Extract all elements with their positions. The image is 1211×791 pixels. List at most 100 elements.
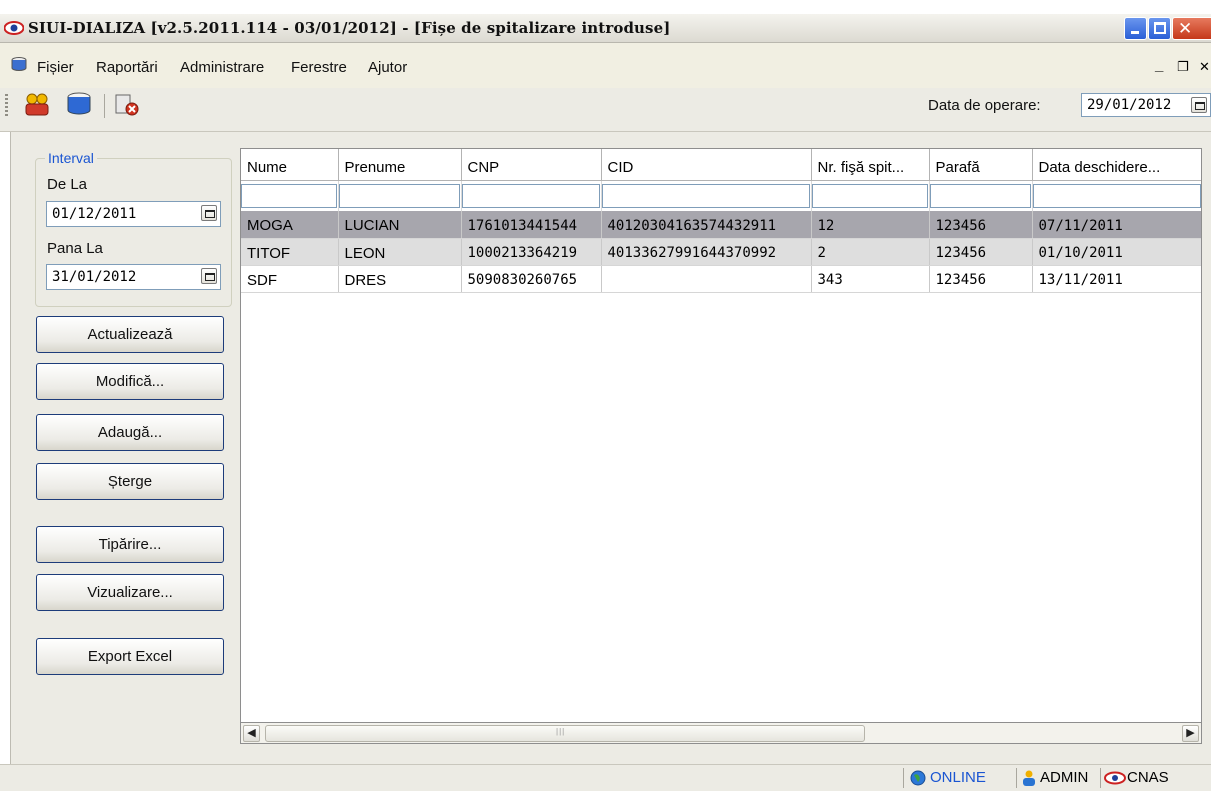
table-row[interactable]: MOGA LUCIAN 1761013441544 40120304163574… (241, 211, 1201, 239)
operation-date-field[interactable]: 29/01/2012 (1081, 93, 1211, 117)
online-status: ONLINE (930, 769, 986, 786)
calendar-icon[interactable] (201, 205, 217, 221)
close-button[interactable]: ✕ (1172, 17, 1211, 40)
database-menu-icon (11, 57, 27, 71)
horizontal-scrollbar[interactable]: ◀ ▶ (240, 722, 1202, 744)
column-header-nr-fisa[interactable]: Nr. fişă spit... (811, 149, 930, 181)
cell-nr-fisa: 343 (811, 265, 930, 293)
add-button[interactable]: Adaugă... (36, 414, 224, 451)
cell-nume: TITOF (241, 238, 339, 266)
eye-logo-icon (4, 21, 24, 35)
mdi-close-button[interactable]: ✕ (1199, 59, 1210, 75)
close-icon: ✕ (1178, 19, 1193, 38)
filter-cid-input[interactable] (601, 183, 810, 208)
cell-prenume: LUCIAN (338, 211, 462, 239)
user-icon (1023, 770, 1035, 786)
client-area: Interval De La 01/12/2011 Pana La 31/01/… (10, 132, 1211, 764)
print-button[interactable]: Tipărire... (36, 526, 224, 563)
menu-ajutor[interactable]: Ajutor (368, 59, 407, 76)
status-separator (903, 768, 904, 788)
user-status: ADMIN (1040, 769, 1089, 786)
delete-button[interactable]: Șterge (36, 463, 224, 500)
hospitalization-grid[interactable]: Nume Prenume CNP CID Nr. fişă spit... Pa… (240, 148, 1202, 723)
eye-logo-icon (1104, 771, 1126, 785)
filter-nr-fisa-input[interactable] (811, 183, 928, 208)
database-icon[interactable] (66, 92, 92, 116)
to-date-field[interactable]: 31/01/2012 (46, 264, 221, 290)
modify-button[interactable]: Modifică... (36, 363, 224, 400)
refresh-button[interactable]: Actualizează (36, 316, 224, 353)
minimize-button[interactable] (1124, 17, 1147, 40)
calendar-icon[interactable] (201, 268, 217, 284)
scroll-right-icon[interactable]: ▶ (1182, 725, 1199, 742)
maximize-button[interactable] (1148, 17, 1171, 40)
menu-fisier[interactable]: Fișier (37, 59, 74, 76)
minimize-icon (1131, 31, 1139, 34)
cell-nume: MOGA (241, 211, 339, 239)
mdi-minimize-button[interactable]: _ (1155, 57, 1163, 74)
calendar-icon[interactable] (1191, 97, 1207, 113)
title-bar: SIUI-DIALIZA [v2.5.2011.114 - 03/01/2012… (0, 14, 1211, 43)
cell-cid (601, 265, 812, 293)
interval-legend: Interval (45, 150, 97, 166)
cell-prenume: DRES (338, 265, 462, 293)
table-row[interactable]: SDF DRES 5090830260765 343 123456 13/11/… (241, 265, 1201, 293)
preview-button[interactable]: Vizualizare... (36, 574, 224, 611)
globe-icon (910, 770, 926, 786)
scroll-left-icon[interactable]: ◀ (243, 725, 260, 742)
to-date-value: 31/01/2012 (52, 269, 137, 285)
filter-nume-input[interactable] (241, 183, 337, 208)
table-row[interactable]: TITOF LEON 1000213364219 401336279916443… (241, 238, 1201, 266)
from-date-field[interactable]: 01/12/2011 (46, 201, 221, 227)
cell-nume: SDF (241, 265, 339, 293)
cell-cnp: 1761013441544 (461, 211, 602, 239)
column-header-parafa[interactable]: Parafă (929, 149, 1033, 181)
cell-nr-fisa: 2 (811, 238, 930, 266)
menu-ferestre[interactable]: Ferestre (291, 59, 347, 76)
filter-row (241, 180, 1201, 211)
patients-icon[interactable] (24, 92, 50, 116)
window-title: SIUI-DIALIZA [v2.5.2011.114 - 03/01/2012… (28, 19, 671, 37)
filter-data-input[interactable] (1032, 183, 1201, 208)
toolbar-grip[interactable] (5, 94, 8, 116)
column-header-cid[interactable]: CID (601, 149, 812, 181)
cell-parafa: 123456 (929, 265, 1033, 293)
mdi-restore-button[interactable]: ❐ (1177, 59, 1189, 75)
cnas-status: CNAS (1127, 769, 1169, 786)
scrollbar-thumb[interactable] (265, 725, 865, 742)
cell-cid: 40120304163574432911 (601, 211, 812, 239)
menu-administrare[interactable]: Administrare (180, 59, 264, 76)
status-bar: ONLINE ADMIN CNAS (0, 764, 1211, 791)
column-header-data-deschidere[interactable]: Data deschidere... (1032, 149, 1201, 181)
export-excel-button[interactable]: Export Excel (36, 638, 224, 675)
cell-data-deschidere: 01/10/2011 (1032, 238, 1201, 266)
operation-date-label: Data de operare: (928, 97, 1041, 114)
to-label: Pana La (47, 240, 103, 257)
filter-parafa-input[interactable] (929, 183, 1031, 208)
status-separator (1100, 768, 1101, 788)
maximize-icon (1154, 22, 1166, 34)
cell-nr-fisa: 12 (811, 211, 930, 239)
toolbar: Data de operare: 29/01/2012 (0, 88, 1211, 132)
menu-rapoarte[interactable]: Raportări (96, 59, 158, 76)
cell-parafa: 123456 (929, 211, 1033, 239)
column-header-prenume[interactable]: Prenume (338, 149, 462, 181)
from-date-value: 01/12/2011 (52, 206, 137, 222)
header-row: Nume Prenume CNP CID Nr. fişă spit... Pa… (241, 149, 1201, 181)
toolbar-separator (104, 94, 105, 118)
column-header-cnp[interactable]: CNP (461, 149, 602, 181)
filter-prenume-input[interactable] (338, 183, 460, 208)
cell-data-deschidere: 13/11/2011 (1032, 265, 1201, 293)
cell-parafa: 123456 (929, 238, 1033, 266)
exit-icon[interactable] (114, 92, 140, 116)
records-table: Nume Prenume CNP CID Nr. fişă spit... Pa… (241, 149, 1201, 293)
column-header-nume[interactable]: Nume (241, 149, 339, 181)
cell-data-deschidere: 07/11/2011 (1032, 211, 1201, 239)
menu-bar: Fișier Raportări Administrare Ferestre A… (0, 43, 1211, 88)
operation-date-value: 29/01/2012 (1087, 97, 1172, 113)
status-separator (1016, 768, 1017, 788)
cell-cnp: 5090830260765 (461, 265, 602, 293)
cell-cnp: 1000213364219 (461, 238, 602, 266)
cell-cid: 40133627991644370992 (601, 238, 812, 266)
filter-cnp-input[interactable] (461, 183, 600, 208)
